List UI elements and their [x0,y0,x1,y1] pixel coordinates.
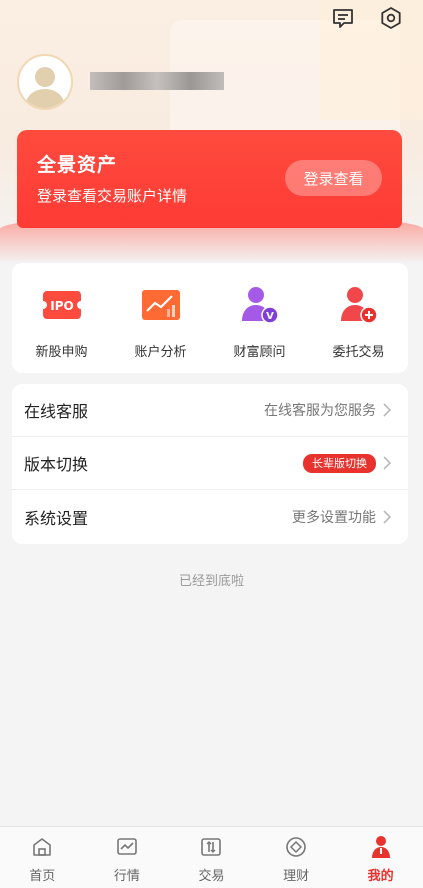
chevron-right-icon [382,509,394,524]
menu-item-desc: 在线客服为您服务 [264,403,376,419]
quick-action-entrust[interactable]: 委托交易 [309,263,408,373]
chevron-right-icon [382,403,394,417]
asset-overview-card[interactable]: 全景资产 登录查看交易账户详情 登录查看 [17,130,402,228]
menu-item-label: 系统设置 [24,508,89,528]
bottom-tab-bar: 首页 行情 交易 理财 我的 [0,826,423,888]
quick-action-label: 财富顾问 [233,345,286,360]
quick-action-label: 账户分析 [134,345,187,360]
quick-action-label: 委托交易 [332,345,385,360]
wealth-advisor-icon: V [238,283,282,327]
tab-label: 首页 [29,869,56,884]
menu-item-customer-service[interactable]: 在线客服 在线客服为您服务 [12,384,408,437]
tab-mine[interactable]: 我的 [338,827,423,888]
top-actions [329,4,405,32]
menu-item-system-settings[interactable]: 系统设置 更多设置功能 [12,490,408,543]
chevron-right-icon [382,456,394,470]
tab-home[interactable]: 首页 [0,827,85,888]
end-of-list-note: 已经到底啦 [178,574,244,589]
menu-item-right: 长辈版切换 [303,453,394,473]
login-view-button[interactable]: 登录查看 [285,160,382,196]
ipo-icon-text: IPO [50,299,73,313]
trade-icon [199,835,223,859]
tab-market[interactable]: 行情 [85,827,170,888]
menu-item-desc: 更多设置功能 [292,509,376,526]
tab-label: 交易 [198,869,225,884]
menu-item-right: 在线客服为您服务 [264,400,394,420]
menu-item-label: 版本切换 [24,455,89,474]
menu-item-label: 在线客服 [24,402,89,421]
menu-item-version-switch[interactable]: 版本切换 长辈版切换 [12,437,408,490]
finance-icon [284,835,308,859]
quick-actions-panel: IPO 新股申购 账户分析 V 财富顾问 委托交易 [12,263,408,373]
tab-label: 行情 [113,869,140,884]
home-icon [30,835,54,859]
tab-label: 理财 [283,869,310,884]
entrust-trade-icon [337,283,381,327]
market-icon [115,835,139,859]
masked-username [90,72,224,90]
settings-hex-icon[interactable] [377,4,405,32]
menu-item-right: 更多设置功能 [292,507,394,527]
quick-action-advisor[interactable]: V 财富顾问 [210,263,309,373]
menu-list: 在线客服 在线客服为您服务 版本切换 长辈版切换 系统设置 更多设置功能 [12,384,408,544]
advisor-icon-text: V [266,311,274,322]
quick-action-analysis[interactable]: 账户分析 [111,263,210,373]
avatar[interactable] [17,54,73,110]
message-icon[interactable] [329,4,357,32]
tab-finance[interactable]: 理财 [254,827,339,888]
quick-action-label: 新股申购 [35,345,88,360]
tab-trade[interactable]: 交易 [169,827,254,888]
asset-subtitle: 登录查看交易账户详情 [37,187,188,205]
tab-label: 我的 [367,869,394,884]
elder-version-badge[interactable]: 长辈版切换 [303,453,376,473]
asset-title: 全景资产 [37,154,118,176]
profile-icon [369,835,393,859]
ipo-icon: IPO [39,283,84,327]
analysis-chart-icon [139,283,183,327]
quick-action-ipo[interactable]: IPO 新股申购 [12,263,111,373]
